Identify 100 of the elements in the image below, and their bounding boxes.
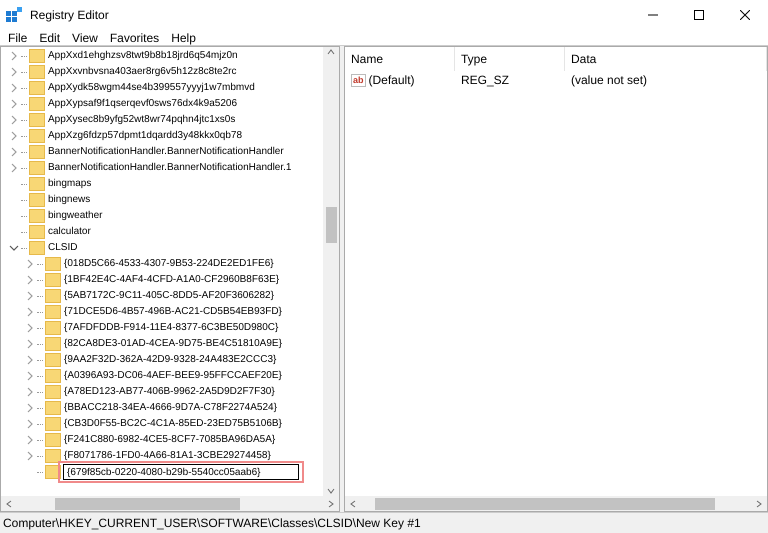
scroll-left-icon [4, 498, 14, 508]
window-title: Registry Editor [30, 7, 109, 24]
expand-chevron-icon[interactable] [9, 83, 19, 93]
value-data: (value not set) [570, 72, 648, 89]
expand-chevron-icon[interactable] [25, 435, 35, 445]
tree-item[interactable]: AppXydk58wgm44se4b399557yyyj1w7mbmvd [48, 80, 255, 96]
tree-item[interactable]: {7AFDFDDB-F914-11E4-8377-6C3BE50D980C} [64, 320, 278, 336]
tree-item[interactable]: AppXxvnbvsna403aer8rg6v5h12z8c8te2rc [48, 64, 236, 80]
tree-item[interactable]: {CB3D0F55-BC2C-4C1A-85ED-23ED75B5106B} [64, 416, 282, 432]
expand-chevron-icon[interactable] [25, 323, 35, 333]
column-header[interactable]: Type [455, 47, 565, 71]
expand-chevron-icon[interactable] [9, 99, 19, 109]
status-bar: Computer\HKEY_CURRENT_USER\SOFTWARE\Classes\CLSID\New Key #1 [0, 512, 768, 533]
tree-item[interactable]: calculator [48, 224, 91, 240]
tree-item[interactable]: bingmaps [48, 176, 92, 192]
tree-item[interactable]: {82CA8DE3-01AD-4CEA-9D75-BE4C51810A9E} [64, 336, 282, 352]
tree-item[interactable]: {5AB7172C-9C11-405C-8DD5-AF20F3606282} [64, 288, 274, 304]
expand-chevron-icon[interactable] [9, 131, 19, 141]
folder-icon [45, 353, 61, 367]
expand-chevron-icon[interactable] [9, 163, 19, 173]
tree-item[interactable]: {018D5C66-4533-4307-9B53-224DE2ED1FE6} [64, 256, 274, 272]
scroll-right-icon [326, 498, 336, 508]
menu-item[interactable]: Help [165, 30, 202, 46]
tree-item[interactable]: AppXxd1ehghzsv8twt9b8b18jrd6q54mjz0n [48, 48, 238, 64]
tree-item[interactable]: {F241C880-6982-4CE5-8CF7-7085BA96DA5A} [64, 432, 276, 448]
expand-chevron-icon[interactable] [25, 259, 35, 269]
tree-item[interactable]: bingweather [48, 208, 102, 224]
scrollbar-thumb[interactable] [326, 207, 336, 243]
menu-item[interactable]: File [2, 30, 34, 46]
folder-icon [29, 145, 45, 159]
menu-item[interactable]: Edit [33, 30, 66, 46]
tree-item[interactable]: {A78ED123-AB77-406B-9962-2A5D9D2F7F30} [64, 384, 275, 400]
expand-chevron-icon[interactable] [9, 147, 19, 157]
folder-icon [29, 49, 45, 63]
collapse-chevron-icon[interactable] [9, 243, 19, 253]
tree-item[interactable]: AppXysec8b9yfg52wt8wr74pqhn4jtc1xs0s [48, 112, 236, 128]
scroll-right-icon [754, 498, 764, 508]
horizontal-scrollbar[interactable] [1, 496, 339, 511]
folder-icon [29, 65, 45, 79]
expand-chevron-icon[interactable] [25, 339, 35, 349]
expand-chevron-icon[interactable] [25, 307, 35, 317]
folder-icon [29, 225, 45, 239]
folder-icon [45, 305, 61, 319]
folder-icon [29, 177, 45, 191]
tree-item[interactable]: {BBACC218-34EA-4666-9D7A-C78F2274A524} [64, 400, 277, 416]
expand-chevron-icon[interactable] [25, 275, 35, 285]
folder-icon [45, 337, 61, 351]
tree-item[interactable]: {1BF42E4C-4AF4-4CFD-A1A0-CF2960B8F63E} [64, 272, 280, 288]
column-header[interactable]: Name [345, 47, 455, 71]
tree-item[interactable]: {9AA2F32D-362A-42D9-9328-24A483E2CCC3} [64, 352, 276, 368]
expand-chevron-icon[interactable] [9, 67, 19, 77]
menu-item[interactable]: Favorites [104, 30, 166, 46]
expand-chevron-icon[interactable] [9, 51, 19, 61]
folder-icon [29, 97, 45, 111]
folder-icon [29, 209, 45, 223]
folder-icon [45, 369, 61, 383]
expand-chevron-icon[interactable] [25, 291, 35, 301]
folder-icon [45, 449, 61, 463]
tree-item[interactable]: CLSID [48, 240, 78, 256]
expand-chevron-icon[interactable] [25, 419, 35, 429]
folder-icon [45, 289, 61, 303]
vertical-scrollbar[interactable] [323, 47, 339, 496]
tree-item[interactable]: BannerNotificationHandler.BannerNotificationHandler [48, 144, 284, 160]
string-value-icon: ab [351, 74, 366, 86]
folder-icon [45, 257, 61, 271]
expand-chevron-icon[interactable] [9, 115, 19, 125]
expand-chevron-icon[interactable] [25, 355, 35, 365]
tree-item[interactable]: {F8071786-1FD0-4A66-81A1-3CBE29274458} [64, 448, 271, 464]
folder-icon [45, 385, 61, 399]
scrollbar-thumb[interactable] [375, 498, 715, 510]
scroll-up-icon [326, 47, 336, 57]
folder-icon [29, 113, 45, 127]
tree-item[interactable]: bingnews [48, 192, 90, 208]
tree-item[interactable]: AppXzg6fdzp57dpmt1dqardd3y48kkx0qb78 [48, 128, 242, 144]
tree-item[interactable]: BannerNotificationHandler.BannerNotificationHandler.1 [48, 160, 292, 176]
folder-icon [29, 81, 45, 95]
folder-icon [29, 129, 45, 143]
scrollbar-thumb[interactable] [55, 498, 240, 510]
tree-item[interactable]: {A0396A93-DC06-4AEF-BEE9-95FFCCAEF20E} [64, 368, 282, 384]
horizontal-scrollbar[interactable] [345, 496, 767, 511]
expand-chevron-icon[interactable] [25, 371, 35, 381]
folder-icon [45, 273, 61, 287]
folder-icon [45, 417, 61, 431]
scroll-left-icon [348, 498, 358, 508]
value-name[interactable]: (Default) [368, 71, 415, 89]
registry-editor-icon [6, 7, 22, 23]
folder-icon [45, 401, 61, 415]
expand-chevron-icon[interactable] [25, 451, 35, 461]
expand-chevron-icon[interactable] [25, 403, 35, 413]
scroll-down-icon [326, 486, 336, 496]
column-header[interactable]: Data [565, 47, 767, 71]
folder-icon [45, 433, 61, 447]
menu-item[interactable]: View [66, 30, 104, 46]
tree-item[interactable]: {71DCE5D6-4B57-496B-AC21-CD5B54EB93FD} [64, 304, 282, 320]
expand-chevron-icon[interactable] [25, 387, 35, 397]
value-type: REG_SZ [460, 72, 510, 89]
folder-icon [45, 321, 61, 335]
rename-field[interactable]: {679f85cb-0220-4080-b29b-5540cc05aab6} [63, 464, 299, 480]
tree-item[interactable]: AppXypsaf9f1qserqevf0sws76dx4k9a5206 [48, 96, 238, 112]
folder-icon [29, 193, 45, 207]
